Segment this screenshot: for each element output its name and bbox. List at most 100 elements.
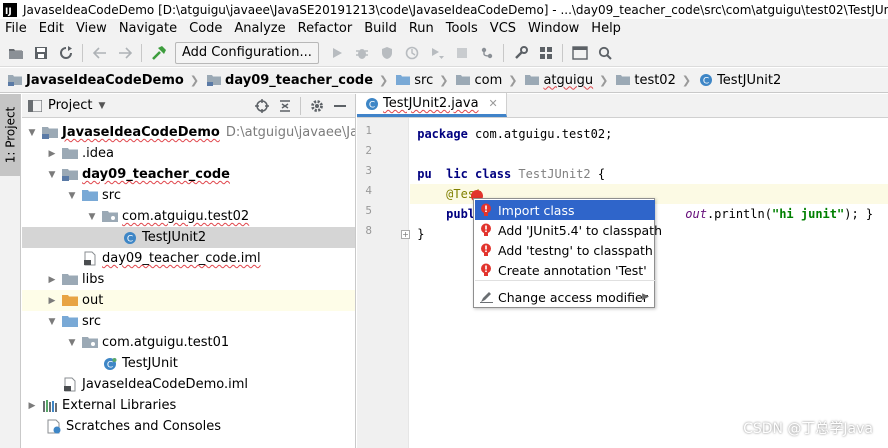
- synchronize-button[interactable]: [54, 42, 78, 64]
- tree-item-idea[interactable]: ▶ .idea: [22, 143, 355, 164]
- menu-vcs[interactable]: VCS: [484, 19, 522, 39]
- chevron-down-icon[interactable]: ▼: [66, 191, 78, 201]
- line-number: 3: [365, 164, 372, 177]
- tree-item-module-iml[interactable]: day09_teacher_code.iml: [22, 248, 355, 269]
- run-button[interactable]: [325, 42, 349, 64]
- crosshair-icon: [255, 99, 269, 113]
- breadcrumb-file[interactable]: C TestJUnit2: [691, 68, 781, 92]
- breadcrumb-atguigu[interactable]: atguigu ❯: [517, 68, 609, 92]
- error-bulb-icon: [479, 263, 493, 277]
- menu-help[interactable]: Help: [585, 19, 627, 39]
- tree-item-testjunit[interactable]: C TestJUnit: [22, 353, 355, 374]
- terminal-button[interactable]: [568, 42, 592, 64]
- tree-item-module-src[interactable]: ▼ src: [22, 185, 355, 206]
- vcs-icon: [481, 47, 493, 58]
- popup-item-change-access-modifier[interactable]: Change access modifier ▶: [475, 287, 655, 307]
- vcs-button[interactable]: [475, 42, 499, 64]
- menu-analyze[interactable]: Analyze: [228, 19, 291, 39]
- fold-marker-icon[interactable]: +: [401, 230, 410, 239]
- breadcrumb-module[interactable]: day09_teacher_code ❯: [199, 68, 388, 92]
- tree-item-package-test01[interactable]: ▼ com.atguigu.test01: [22, 332, 355, 353]
- toolbar-separator: [561, 43, 563, 62]
- profile-button[interactable]: [400, 42, 424, 64]
- search-everywhere-button[interactable]: [593, 42, 617, 64]
- toolbar-separator: [300, 97, 301, 115]
- project-tool-tab[interactable]: 1: Project: [0, 94, 20, 176]
- hide-panel-button[interactable]: [329, 95, 351, 117]
- chevron-right-icon[interactable]: ▶: [46, 275, 58, 285]
- chevron-down-icon[interactable]: ▼: [26, 128, 38, 138]
- coverage-button[interactable]: [375, 42, 399, 64]
- chevron-down-icon[interactable]: ▼: [46, 317, 58, 327]
- menu-build[interactable]: Build: [358, 19, 403, 39]
- chevron-down-icon[interactable]: ▼: [66, 338, 78, 348]
- error-bulb-icon: [479, 223, 493, 237]
- chevron-down-icon[interactable]: ▼: [98, 101, 105, 111]
- run-dropdown-button[interactable]: [425, 42, 449, 64]
- tree-item-root[interactable]: ▼ JavaseIdeaCodeDemo D:\atguigu\javaee\J…: [22, 122, 355, 143]
- chevron-right-icon: ❯: [439, 73, 449, 87]
- close-icon[interactable]: ✕: [489, 97, 498, 110]
- settings-button[interactable]: [509, 42, 533, 64]
- collapse-all-button[interactable]: [274, 95, 296, 117]
- debug-button[interactable]: [350, 42, 374, 64]
- tab-testjunit2[interactable]: C TestJUnit2.java ✕: [357, 93, 507, 117]
- project-folder-icon: [8, 75, 22, 86]
- menu-window[interactable]: Window: [522, 19, 585, 39]
- popup-item-add-junit[interactable]: Add 'JUnit5.4' to classpath: [475, 220, 662, 240]
- menu-tools[interactable]: Tools: [440, 19, 484, 39]
- open-folder-button[interactable]: [4, 42, 28, 64]
- chevron-down-icon[interactable]: ▼: [86, 212, 98, 222]
- play-icon: [332, 47, 342, 58]
- tree-item-src[interactable]: ▼ src: [22, 311, 355, 332]
- menu-code[interactable]: Code: [183, 19, 228, 39]
- menu-run[interactable]: Run: [403, 19, 440, 39]
- back-button[interactable]: [88, 42, 112, 64]
- folder-icon: [62, 272, 78, 288]
- add-configuration-button[interactable]: Add Configuration...: [175, 41, 319, 64]
- save-all-button[interactable]: [29, 42, 53, 64]
- libraries-icon: [42, 398, 58, 414]
- breadcrumb-src[interactable]: src ❯: [388, 68, 449, 92]
- menu-file[interactable]: File: [0, 19, 33, 39]
- menu-view[interactable]: View: [70, 19, 113, 39]
- tree-item-out[interactable]: ▶ out: [22, 290, 355, 311]
- chevron-right-icon[interactable]: ▶: [46, 296, 58, 306]
- toolbar-separator: [141, 43, 142, 62]
- tree-item-module[interactable]: ▼ day09_teacher_code: [22, 164, 355, 185]
- breadcrumb-com[interactable]: com ❯: [448, 68, 517, 92]
- chevron-right-icon[interactable]: ▶: [46, 149, 58, 159]
- tree-item-external-libraries[interactable]: ▶ External Libraries: [22, 395, 355, 416]
- chevron-right-icon: ❯: [599, 73, 609, 87]
- stop-button[interactable]: [450, 42, 474, 64]
- tree-item-scratches[interactable]: Scratches and Consoles: [22, 416, 355, 437]
- panel-settings-button[interactable]: [306, 95, 328, 117]
- tree-item-project-iml[interactable]: JavaseIdeaCodeDemo.iml: [22, 374, 355, 395]
- chevron-right-icon[interactable]: ▶: [26, 401, 38, 411]
- tree-item-testjunit2[interactable]: C TestJUnit2: [22, 227, 355, 248]
- breadcrumb-test02[interactable]: test02 ❯: [608, 68, 691, 92]
- shield-run-icon: [381, 46, 392, 59]
- build-project-button[interactable]: [147, 42, 171, 64]
- toolbar-separator: [502, 43, 504, 62]
- project-view-selector[interactable]: Project: [48, 98, 92, 113]
- breadcrumb-project[interactable]: JavaseIdeaCodeDemo ❯: [0, 68, 199, 92]
- popup-item-create-annotation[interactable]: Create annotation 'Test': [475, 260, 655, 280]
- chevron-down-icon[interactable]: ▼: [46, 170, 58, 180]
- menu-navigate[interactable]: Navigate: [113, 19, 183, 39]
- menu-edit[interactable]: Edit: [33, 19, 70, 39]
- java-test-class-icon: C: [102, 356, 118, 372]
- popup-item-add-testng[interactable]: Add 'testng' to classpath: [475, 240, 655, 260]
- tree-item-package-test02[interactable]: ▼ com.atguigu.test02: [22, 206, 355, 227]
- forward-button[interactable]: [113, 42, 137, 64]
- run-dropdown-icon: [431, 47, 444, 59]
- tree-item-libs[interactable]: ▶ libs: [22, 269, 355, 290]
- hammer-icon: [152, 45, 166, 60]
- project-structure-button[interactable]: [534, 42, 558, 64]
- menu-refactor[interactable]: Refactor: [292, 19, 359, 39]
- popup-item-import-class[interactable]: Import class: [475, 200, 655, 220]
- locate-file-button[interactable]: [251, 95, 273, 117]
- search-icon: [598, 46, 612, 60]
- svg-text:C: C: [127, 234, 133, 244]
- line-number: 5: [365, 204, 372, 217]
